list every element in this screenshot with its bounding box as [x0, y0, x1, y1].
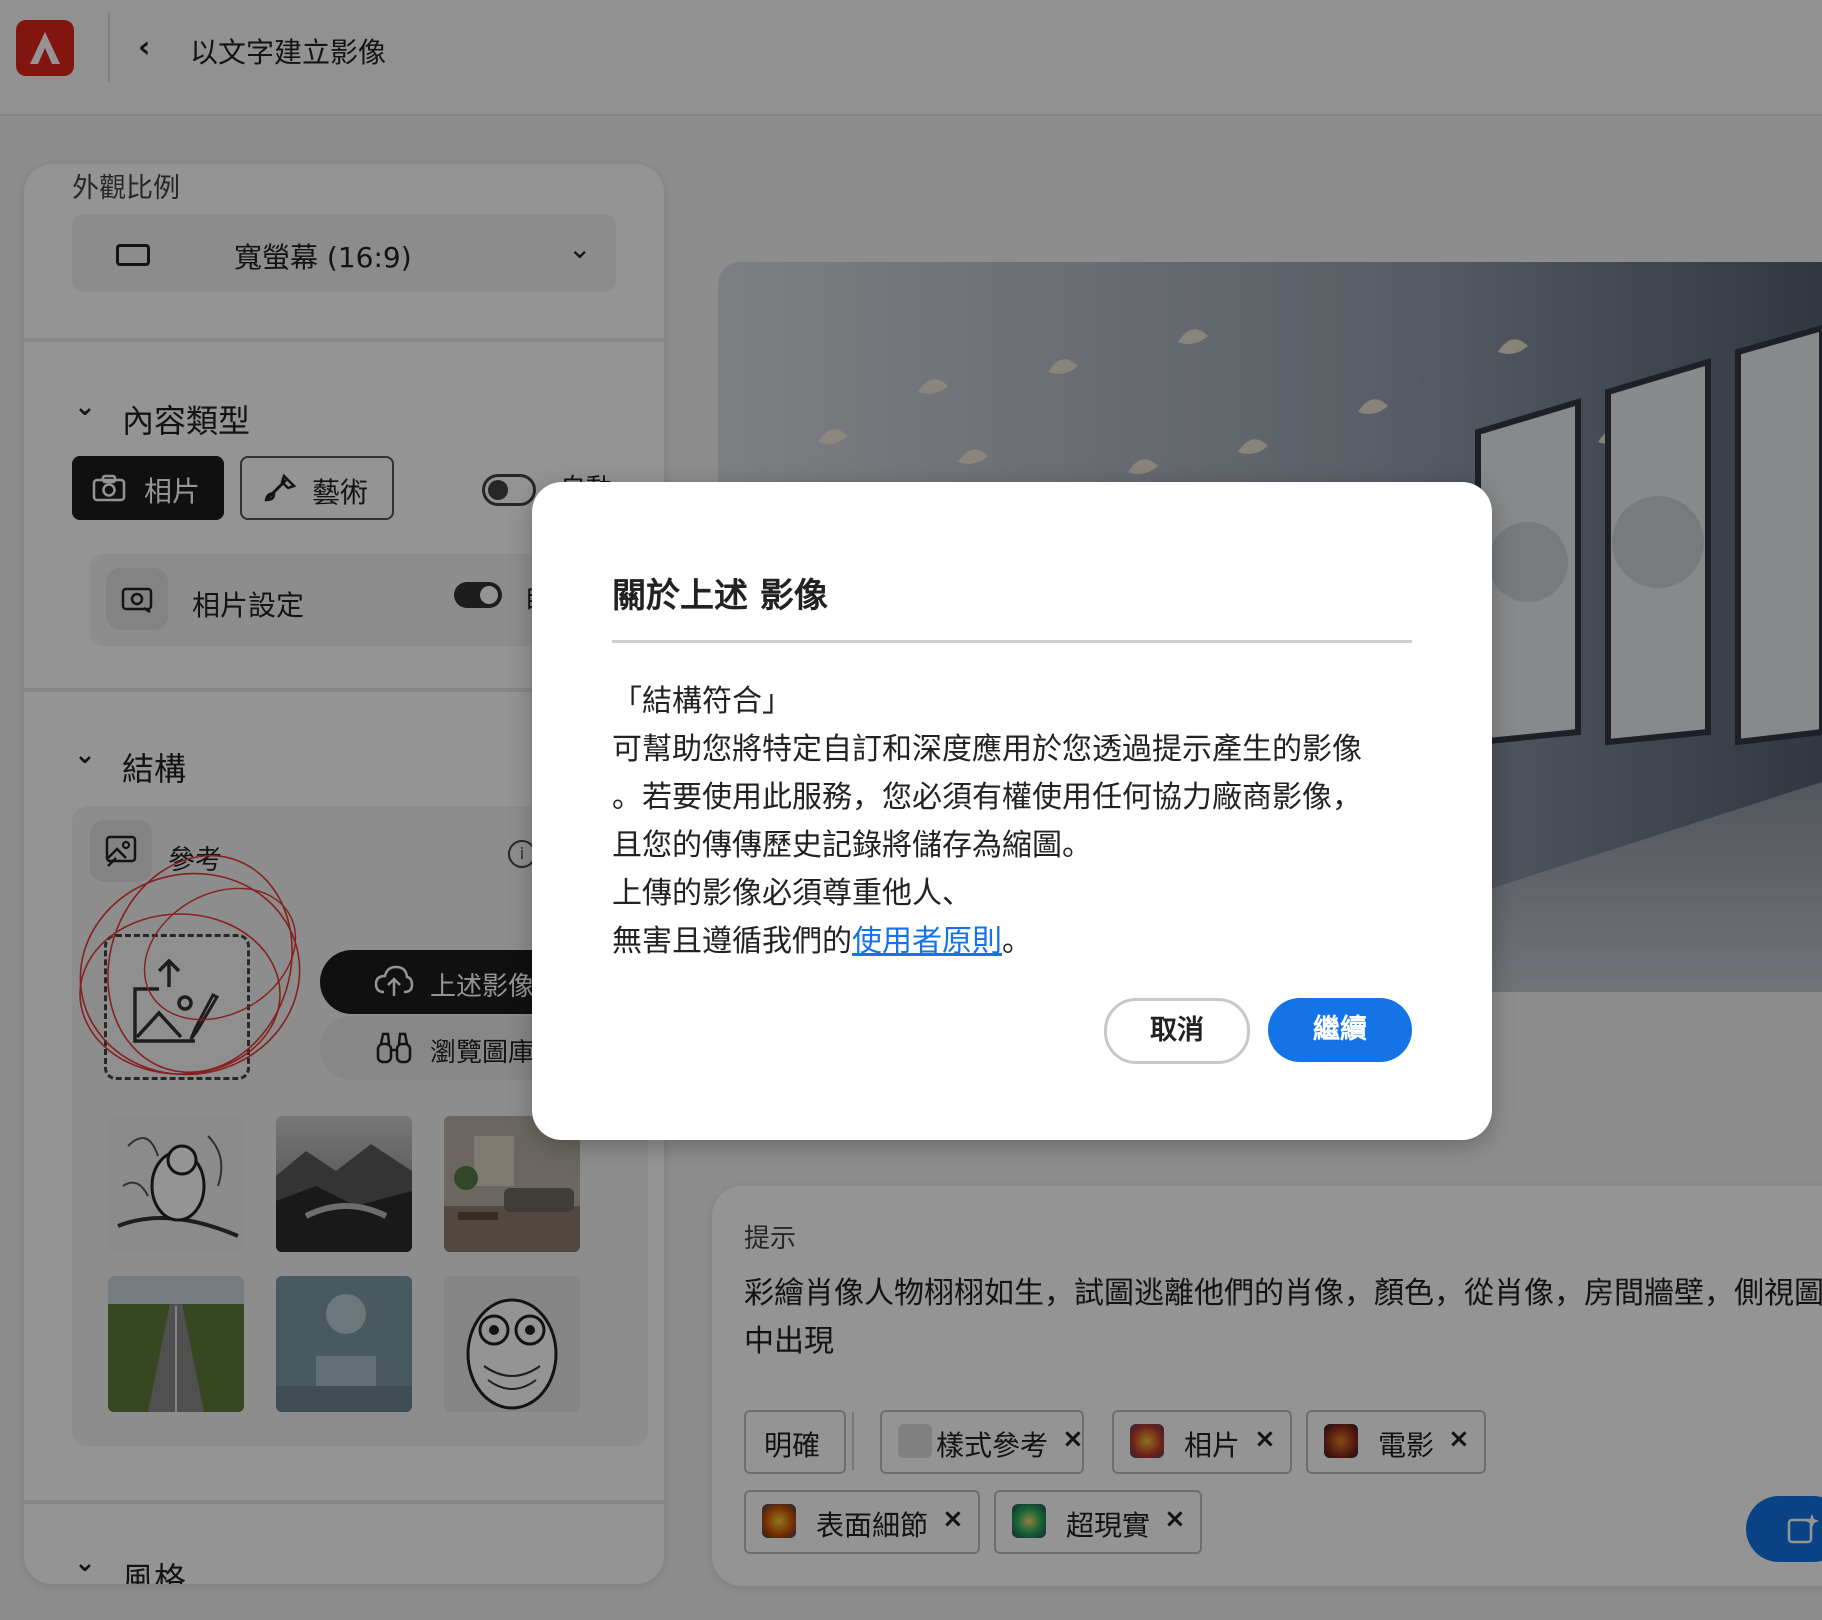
dialog-divider	[612, 640, 1412, 643]
cancel-button[interactable]: 取消	[1104, 998, 1250, 1064]
about-upload-dialog: 關於上述 影像 「結構符合」 可幫助您將特定自訂和深度應用於您透過提示產生的影像…	[532, 482, 1492, 1140]
user-guidelines-link[interactable]: 使用者原則	[852, 924, 1002, 959]
dialog-text-line: 可幫助您將特定自訂和深度應用於您透過提示產生的影像	[612, 732, 1362, 767]
dialog-text-line: 。若要使用此服務，您必須有權使用任何協力廠商影像，	[612, 780, 1362, 815]
dialog-body: 「結構符合」 可幫助您將特定自訂和深度應用於您透過提示產生的影像 。若要使用此服…	[612, 678, 1422, 966]
dialog-title: 關於上述 影像	[612, 576, 828, 616]
continue-button[interactable]: 繼續	[1268, 998, 1412, 1062]
dialog-text-line: 「結構符合」	[612, 684, 792, 719]
dialog-text-line: 無害且遵循我們的使用者原則。	[612, 918, 1422, 966]
dialog-text-prefix: 無害且遵循我們的	[612, 924, 852, 959]
dialog-text-suffix: 。	[1002, 924, 1032, 959]
dialog-text-line: 且您的傳傳歷史記錄將儲存為縮圖。	[612, 828, 1092, 863]
dialog-text-line: 上傳的影像必須尊重他人、	[612, 876, 972, 911]
